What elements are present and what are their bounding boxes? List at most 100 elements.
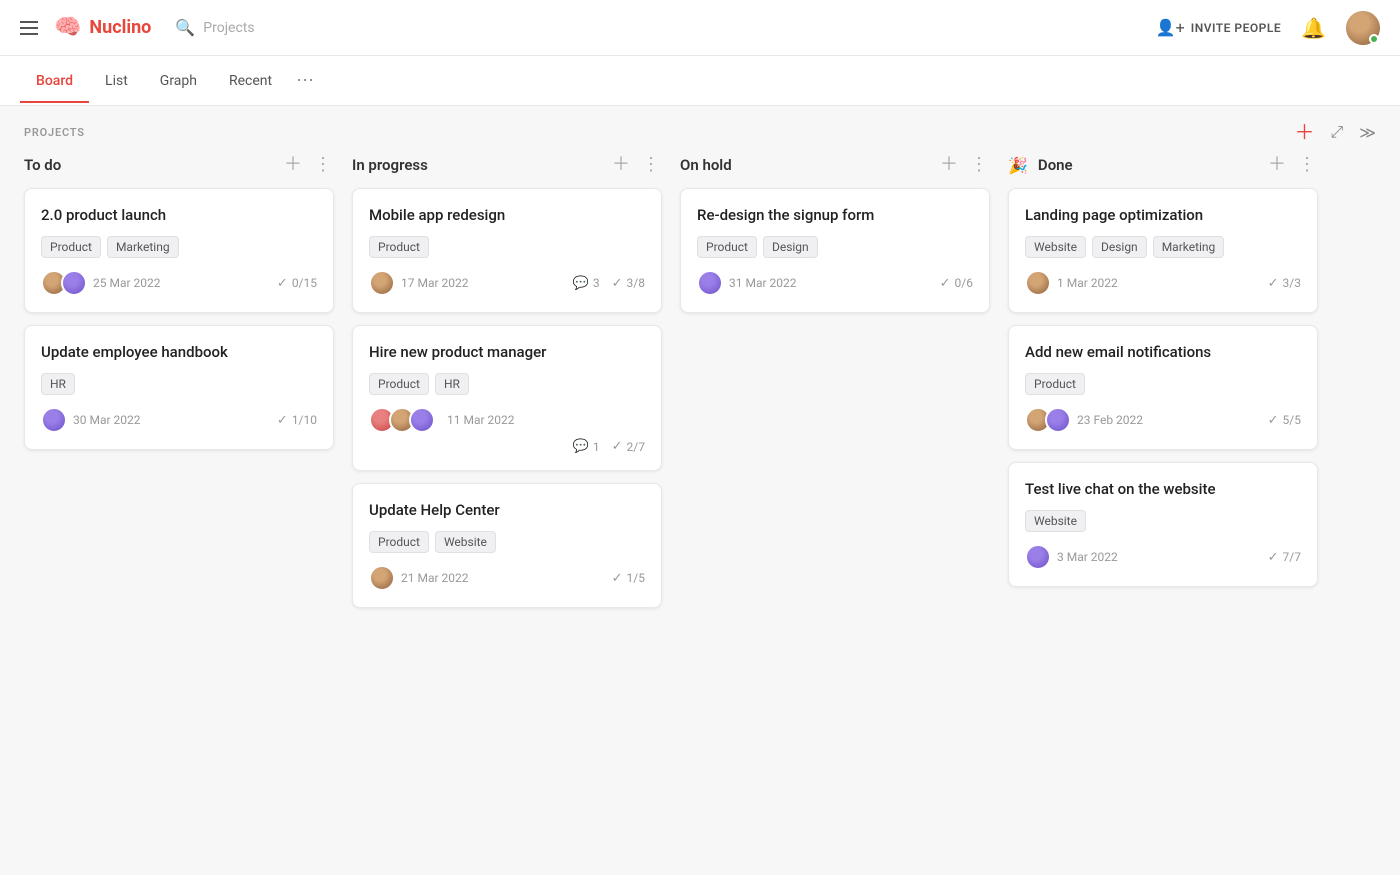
tag-design: Design	[763, 236, 818, 258]
tag-product: Product	[369, 373, 429, 395]
column-done-menu[interactable]: ⋮	[1296, 154, 1318, 176]
card-product-launch[interactable]: 2.0 product launch Product Marketing 25 …	[24, 188, 334, 313]
card-meta: 💬 1 ✓ 2/7	[573, 439, 645, 454]
column-todo-title: To do	[24, 156, 274, 174]
column-done-add[interactable]: ＋	[1266, 154, 1288, 176]
card-title: Mobile app redesign	[369, 205, 645, 226]
invite-icon: 👤+	[1156, 18, 1185, 37]
check-icon: ✓	[277, 413, 288, 428]
tab-board[interactable]: Board	[20, 59, 89, 103]
notifications-button[interactable]: 🔔	[1301, 16, 1326, 40]
comment-icon: 💬	[573, 439, 589, 454]
avatar	[369, 565, 395, 591]
user-avatar[interactable]	[1346, 11, 1380, 45]
collapse-button[interactable]: ≫	[1359, 123, 1376, 142]
avatar	[1025, 544, 1051, 570]
tag-website: Website	[435, 531, 496, 553]
card-date: 3 Mar 2022	[1057, 550, 1118, 564]
invite-people-button[interactable]: 👤+ INVITE PEOPLE	[1156, 18, 1281, 37]
tag-product: Product	[369, 531, 429, 553]
card-comments: 💬 1	[573, 439, 600, 454]
search-placeholder: Projects	[203, 20, 254, 36]
column-onhold-menu[interactable]: ⋮	[968, 154, 990, 176]
tab-graph[interactable]: Graph	[144, 59, 213, 103]
board-header: PROJECTS ＋ ⤢ ≫	[0, 106, 1400, 154]
card-footer: 23 Feb 2022 ✓ 5/5	[1025, 407, 1301, 433]
avatar	[697, 270, 723, 296]
tag-marketing: Marketing	[1153, 236, 1225, 258]
card-live-chat[interactable]: Test live chat on the website Website 3 …	[1008, 462, 1318, 587]
tag-website: Website	[1025, 510, 1086, 532]
card-date: 17 Mar 2022	[401, 276, 469, 290]
card-employee-handbook[interactable]: Update employee handbook HR 30 Mar 2022 …	[24, 325, 334, 450]
card-avatars	[369, 407, 429, 433]
checks-count: 0/6	[955, 276, 973, 290]
tag-hr: HR	[435, 373, 469, 395]
card-avatars	[1025, 544, 1045, 570]
add-column-button[interactable]: ＋	[1294, 122, 1314, 142]
expand-button[interactable]: ⤢	[1330, 122, 1343, 142]
card-footer: 25 Mar 2022 ✓ 0/15	[41, 270, 317, 296]
checks-count: 0/15	[292, 276, 317, 290]
tag-product: Product	[697, 236, 757, 258]
card-signup-form[interactable]: Re-design the signup form Product Design…	[680, 188, 990, 313]
check-icon: ✓	[612, 276, 623, 291]
card-date: 23 Feb 2022	[1077, 413, 1143, 427]
header-right: 👤+ INVITE PEOPLE 🔔	[1156, 11, 1380, 45]
card-date: 21 Mar 2022	[401, 571, 469, 585]
checks-count: 1/5	[627, 571, 645, 585]
column-todo-header: To do ＋ ⋮	[24, 154, 334, 176]
checks-count: 1/10	[292, 413, 317, 427]
tab-recent[interactable]: Recent	[213, 59, 288, 103]
avatar	[369, 270, 395, 296]
card-title: Hire new product manager	[369, 342, 645, 363]
card-tags: Product Design	[697, 236, 973, 258]
card-avatars	[697, 270, 717, 296]
column-todo-add[interactable]: ＋	[282, 154, 304, 176]
comment-icon: 💬	[573, 276, 589, 291]
check-icon: ✓	[612, 439, 623, 454]
check-icon: ✓	[1268, 413, 1279, 428]
column-inprogress-menu[interactable]: ⋮	[640, 154, 662, 176]
comments-count: 3	[593, 276, 600, 290]
card-footer: 3 Mar 2022 ✓ 7/7	[1025, 544, 1301, 570]
card-landing-page[interactable]: Landing page optimization Website Design…	[1008, 188, 1318, 313]
column-done-title: Done	[1038, 156, 1258, 174]
avatar	[41, 407, 67, 433]
card-checks: ✓ 7/7	[1268, 550, 1301, 565]
card-tags: Website	[1025, 510, 1301, 532]
tag-product: Product	[369, 236, 429, 258]
column-todo-menu[interactable]: ⋮	[312, 154, 334, 176]
checks-count: 7/7	[1283, 550, 1301, 564]
board-actions: ＋ ⤢ ≫	[1294, 122, 1376, 142]
card-tags: Product Website	[369, 531, 645, 553]
card-mobile-redesign[interactable]: Mobile app redesign Product 17 Mar 2022 …	[352, 188, 662, 313]
menu-button[interactable]	[20, 21, 38, 35]
card-date: 30 Mar 2022	[73, 413, 141, 427]
search-icon: 🔍	[175, 18, 195, 37]
card-avatars	[1025, 407, 1065, 433]
tag-product: Product	[41, 236, 101, 258]
column-inprogress: In progress ＋ ⋮ Mobile app redesign Prod…	[352, 154, 662, 620]
card-avatars	[41, 270, 81, 296]
card-title: Add new email notifications	[1025, 342, 1301, 363]
comments-count: 1	[593, 440, 600, 454]
column-onhold-add[interactable]: ＋	[938, 154, 960, 176]
logo-icon: 🧠	[54, 15, 81, 40]
card-title: Landing page optimization	[1025, 205, 1301, 226]
card-footer-left: 31 Mar 2022	[697, 270, 797, 296]
card-tags: HR	[41, 373, 317, 395]
column-inprogress-add[interactable]: ＋	[610, 154, 632, 176]
card-hire-manager[interactable]: Hire new product manager Product HR 11 M…	[352, 325, 662, 471]
tabs-more-button[interactable]: ⋯	[288, 56, 322, 105]
card-footer: 11 Mar 2022 💬 1 ✓ 2/7	[369, 407, 645, 454]
tag-design: Design	[1092, 236, 1147, 258]
nav-tabs: Board List Graph Recent ⋯	[0, 56, 1400, 106]
card-tags: Product	[1025, 373, 1301, 395]
card-update-help-center[interactable]: Update Help Center Product Website 21 Ma…	[352, 483, 662, 608]
search-area[interactable]: 🔍 Projects	[175, 18, 254, 37]
done-icon: 🎉	[1008, 156, 1028, 175]
card-email-notifications[interactable]: Add new email notifications Product 23 F…	[1008, 325, 1318, 450]
card-footer-left: 11 Mar 2022	[369, 407, 515, 433]
tab-list[interactable]: List	[89, 59, 144, 103]
